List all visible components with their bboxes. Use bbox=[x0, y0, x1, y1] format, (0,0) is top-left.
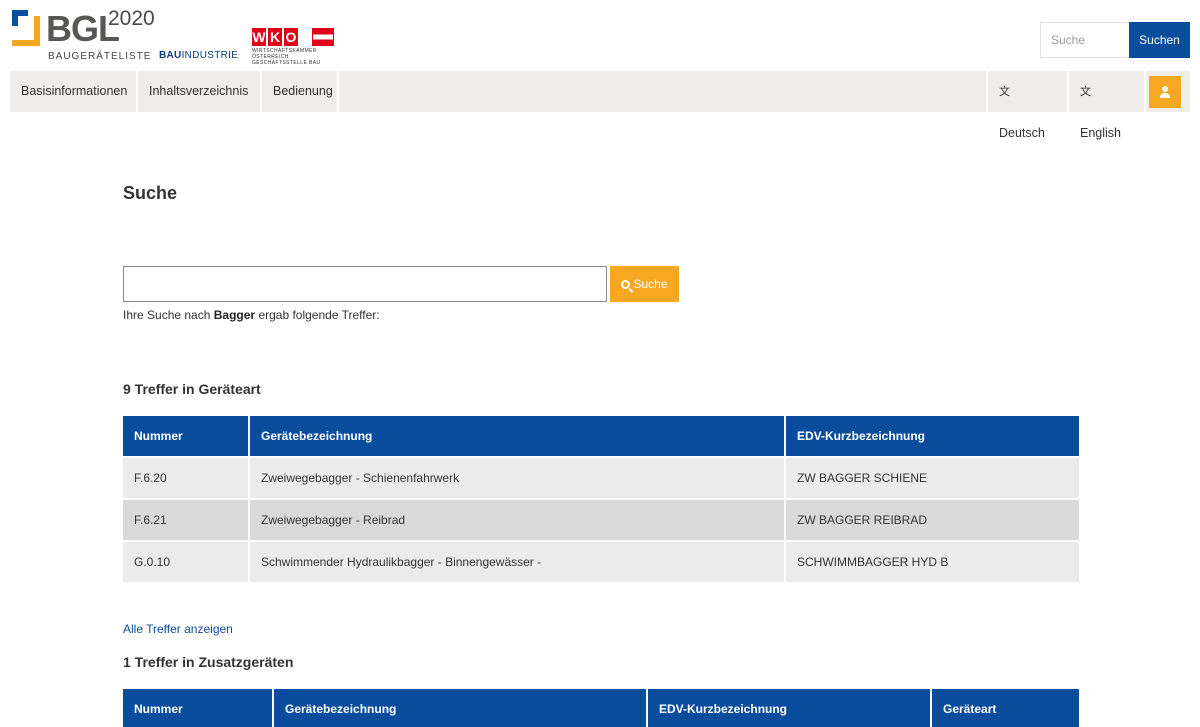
show-all-results-link[interactable]: Alle Treffer anzeigen bbox=[123, 622, 233, 636]
cell-nummer: G.0.10 bbox=[123, 542, 248, 582]
nav-item-basisinformationen[interactable]: Basisinformationen bbox=[10, 71, 136, 112]
language-icon: 文 bbox=[1080, 86, 1091, 98]
lang-deutsch[interactable]: 文 Deutsch bbox=[988, 71, 1067, 140]
table-header-row: Nummer Gerätebezeichnung EDV-Kurzbezeich… bbox=[123, 416, 1079, 456]
search-button-label: Suche bbox=[633, 277, 668, 291]
bgl-logo-year: 2020 bbox=[108, 7, 155, 30]
search-input[interactable] bbox=[123, 266, 607, 302]
table-row[interactable]: G.0.10 Schwimmender Hydraulikbagger - Bi… bbox=[123, 542, 1079, 582]
cell-geraetebezeichnung: Zweiwegebagger - Schienenfahrwerk bbox=[250, 458, 784, 498]
wko-logo-subtitle: WIRTSCHAFTSKAMMER ÖSTERREICH GESCHÄFTSST… bbox=[252, 48, 321, 66]
search-icon bbox=[621, 280, 631, 289]
lang-deutsch-label: Deutsch bbox=[999, 126, 1045, 140]
bgl-logo-mark-icon bbox=[12, 10, 40, 46]
cell-edv-kurzbezeichnung: SCHWIMMBAGGER HYD B bbox=[786, 542, 1079, 582]
language-icon: 文 bbox=[999, 86, 1010, 98]
cell-nummer: F.6.20 bbox=[123, 458, 248, 498]
result-prefix: Ihre Suche nach bbox=[123, 308, 211, 322]
search-result-summary: Ihre Suche nach Bagger ergab folgende Tr… bbox=[123, 308, 380, 322]
wko-letter: W bbox=[252, 28, 266, 46]
bauindustrie-logo[interactable]: BAUINDUSTRIE bbox=[159, 50, 238, 62]
wko-letter: K bbox=[268, 28, 282, 46]
bgl-logo[interactable]: BGL 2020 BAUGERÄTELISTE bbox=[12, 7, 155, 64]
nav-divider bbox=[1144, 71, 1146, 112]
search-button[interactable]: Suche bbox=[610, 266, 679, 302]
header: BGL 2020 BAUGERÄTELISTE BAUINDUSTRIE W K… bbox=[0, 0, 1200, 71]
column-header-geraetebezeichnung[interactable]: Gerätebezeichnung bbox=[250, 416, 784, 456]
user-icon-body bbox=[1160, 93, 1170, 98]
page-title: Suche bbox=[123, 183, 178, 203]
section-title-zusatzgeraete: 1 Treffer in Zusatzgeräten bbox=[123, 654, 294, 670]
cell-geraetebezeichnung: Schwimmender Hydraulikbagger - Binnengew… bbox=[250, 542, 784, 582]
column-header-nummer[interactable]: Nummer bbox=[123, 689, 272, 727]
table-row[interactable]: F.6.20 Zweiwegebagger - Schienenfahrwerk… bbox=[123, 458, 1079, 498]
column-header-edv-kurzbezeichnung[interactable]: EDV-Kurzbezeichnung bbox=[648, 689, 930, 727]
results-table-geraeteart: Nummer Gerätebezeichnung EDV-Kurzbezeich… bbox=[121, 414, 1081, 584]
result-term: Bagger bbox=[213, 308, 256, 322]
column-header-edv-kurzbezeichnung[interactable]: EDV-Kurzbezeichnung bbox=[786, 416, 1079, 456]
table-row[interactable]: F.6.21 Zweiwegebagger - Reibrad ZW BAGGE… bbox=[123, 500, 1079, 540]
user-icon bbox=[1162, 86, 1168, 92]
lang-english[interactable]: 文 English bbox=[1069, 71, 1144, 140]
column-header-nummer[interactable]: Nummer bbox=[123, 416, 248, 456]
bauindustrie-logo-rest: INDUSTRIE bbox=[181, 50, 239, 61]
header-search-button[interactable]: Suchen bbox=[1129, 22, 1190, 58]
section-title-geraeteart: 9 Treffer in Geräteart bbox=[123, 381, 261, 397]
nav-divider bbox=[337, 71, 339, 112]
nav-item-inhaltsverzeichnis[interactable]: Inhaltsverzeichnis bbox=[138, 71, 260, 112]
bgl-logo-subtitle: BAUGERÄTELISTE bbox=[48, 51, 152, 62]
result-suffix: ergab folgende Treffer: bbox=[258, 308, 380, 322]
austria-flag-icon bbox=[312, 28, 334, 46]
lang-english-label: English bbox=[1080, 126, 1121, 140]
user-login-button[interactable] bbox=[1149, 76, 1181, 108]
cell-edv-kurzbezeichnung: ZW BAGGER REIBRAD bbox=[786, 500, 1079, 540]
column-header-geraetebezeichnung[interactable]: Gerätebezeichnung bbox=[274, 689, 646, 727]
wko-logo[interactable]: W K O WIRTSCHAFTSKAMMER ÖSTERREICH GESCH… bbox=[252, 28, 334, 66]
table-header-row: Nummer Gerätebezeichnung EDV-Kurzbezeich… bbox=[123, 689, 1079, 727]
cell-geraetebezeichnung: Zweiwegebagger - Reibrad bbox=[250, 500, 784, 540]
cell-edv-kurzbezeichnung: ZW BAGGER SCHIENE bbox=[786, 458, 1079, 498]
header-search-input[interactable] bbox=[1040, 22, 1129, 58]
cell-nummer: F.6.21 bbox=[123, 500, 248, 540]
nav-item-bedienung[interactable]: Bedienung bbox=[262, 71, 337, 112]
wko-letter: O bbox=[284, 28, 298, 46]
column-header-geraeteart[interactable]: Geräteart bbox=[932, 689, 1079, 727]
results-table-zusatzgeraete: Nummer Gerätebezeichnung EDV-Kurzbezeich… bbox=[121, 687, 1081, 727]
main-nav: Basisinformationen Inhaltsverzeichnis Be… bbox=[10, 71, 1190, 140]
bauindustrie-logo-bold: BAU bbox=[159, 50, 182, 61]
